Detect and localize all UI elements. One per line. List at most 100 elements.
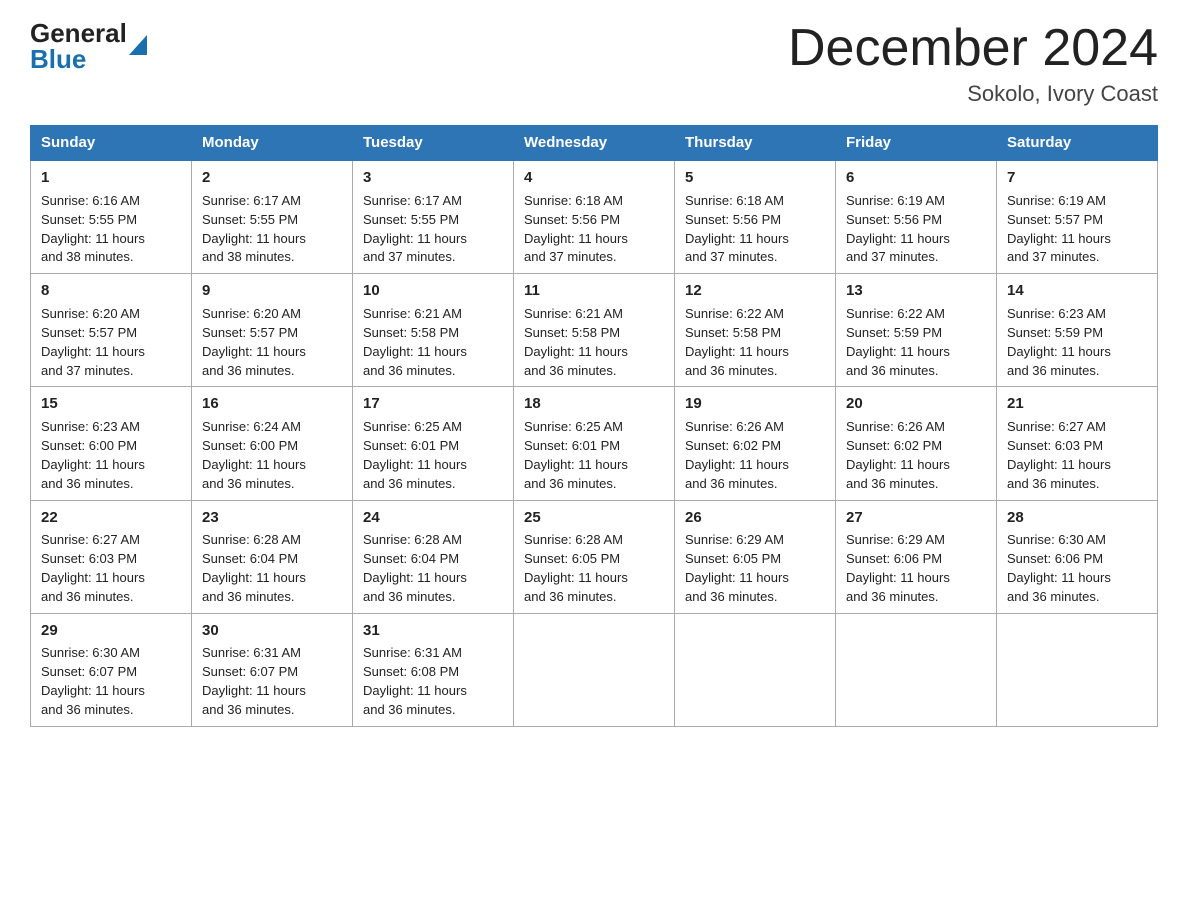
- day-number: 30: [202, 620, 342, 642]
- calendar-cell: 19 Sunrise: 6:26 AM Sunset: 6:02 PM Dayli…: [675, 387, 836, 500]
- page-header: General Blue December 2024 Sokolo, Ivory…: [30, 20, 1158, 107]
- day-number: 1: [41, 167, 181, 189]
- calendar-cell: 10 Sunrise: 6:21 AM Sunset: 5:58 PM Dayli…: [353, 274, 514, 387]
- calendar-cell: 9 Sunrise: 6:20 AM Sunset: 5:57 PM Daylig…: [192, 274, 353, 387]
- calendar-cell: 16 Sunrise: 6:24 AM Sunset: 6:00 PM Dayli…: [192, 387, 353, 500]
- day-number: 18: [524, 393, 664, 415]
- day-info: Sunrise: 6:29 AM Sunset: 6:06 PM Dayligh…: [846, 531, 986, 606]
- logo: General Blue: [30, 20, 147, 72]
- calendar-cell: 23Sunrise: 6:28 AM Sunset: 6:04 PM Dayli…: [192, 500, 353, 613]
- day-number: 26: [685, 507, 825, 529]
- calendar-cell: 27Sunrise: 6:29 AM Sunset: 6:06 PM Dayli…: [836, 500, 997, 613]
- calendar-cell: 1 Sunrise: 6:16 AM Sunset: 5:55 PM Daylig…: [31, 160, 192, 274]
- calendar-table: SundayMondayTuesdayWednesdayThursdayFrid…: [30, 125, 1158, 727]
- day-info: Sunrise: 6:21 AM Sunset: 5:58 PM Dayligh…: [524, 305, 664, 380]
- day-info: Sunrise: 6:28 AM Sunset: 6:04 PM Dayligh…: [363, 531, 503, 606]
- day-info: Sunrise: 6:25 AM Sunset: 6:01 PM Dayligh…: [363, 418, 503, 493]
- calendar-cell: 28Sunrise: 6:30 AM Sunset: 6:06 PM Dayli…: [997, 500, 1158, 613]
- day-number: 14: [1007, 280, 1147, 302]
- day-info: Sunrise: 6:31 AM Sunset: 6:07 PM Dayligh…: [202, 644, 342, 719]
- day-info: Sunrise: 6:29 AM Sunset: 6:05 PM Dayligh…: [685, 531, 825, 606]
- day-info: Sunrise: 6:26 AM Sunset: 6:02 PM Dayligh…: [846, 418, 986, 493]
- day-number: 3: [363, 167, 503, 189]
- calendar-cell: 15 Sunrise: 6:23 AM Sunset: 6:00 PM Dayli…: [31, 387, 192, 500]
- day-info: Sunrise: 6:20 AM Sunset: 5:57 PM Dayligh…: [202, 305, 342, 380]
- calendar-cell: 18 Sunrise: 6:25 AM Sunset: 6:01 PM Dayli…: [514, 387, 675, 500]
- day-number: 15: [41, 393, 181, 415]
- day-number: 28: [1007, 507, 1147, 529]
- day-number: 24: [363, 507, 503, 529]
- day-info: Sunrise: 6:30 AM Sunset: 6:07 PM Dayligh…: [41, 644, 181, 719]
- calendar-header: SundayMondayTuesdayWednesdayThursdayFrid…: [31, 126, 1158, 161]
- header-cell-saturday: Saturday: [997, 126, 1158, 161]
- logo-general-text: General: [30, 20, 127, 46]
- day-info: Sunrise: 6:21 AM Sunset: 5:58 PM Dayligh…: [363, 305, 503, 380]
- day-number: 5: [685, 167, 825, 189]
- day-info: Sunrise: 6:25 AM Sunset: 6:01 PM Dayligh…: [524, 418, 664, 493]
- day-number: 25: [524, 507, 664, 529]
- calendar-cell: 7 Sunrise: 6:19 AM Sunset: 5:57 PM Daylig…: [997, 160, 1158, 274]
- day-number: 4: [524, 167, 664, 189]
- day-number: 8: [41, 280, 181, 302]
- day-info: Sunrise: 6:22 AM Sunset: 5:59 PM Dayligh…: [846, 305, 986, 380]
- calendar-cell: 13 Sunrise: 6:22 AM Sunset: 5:59 PM Dayli…: [836, 274, 997, 387]
- day-number: 9: [202, 280, 342, 302]
- logo-arrow-icon: [129, 35, 147, 55]
- day-info: Sunrise: 6:23 AM Sunset: 6:00 PM Dayligh…: [41, 418, 181, 493]
- day-number: 13: [846, 280, 986, 302]
- header-row: SundayMondayTuesdayWednesdayThursdayFrid…: [31, 126, 1158, 161]
- week-row-3: 15 Sunrise: 6:23 AM Sunset: 6:00 PM Dayli…: [31, 387, 1158, 500]
- calendar-cell: 11Sunrise: 6:21 AM Sunset: 5:58 PM Dayli…: [514, 274, 675, 387]
- day-info: Sunrise: 6:27 AM Sunset: 6:03 PM Dayligh…: [41, 531, 181, 606]
- header-cell-friday: Friday: [836, 126, 997, 161]
- day-number: 10: [363, 280, 503, 302]
- day-number: 7: [1007, 167, 1147, 189]
- calendar-cell: [997, 613, 1158, 726]
- day-number: 31: [363, 620, 503, 642]
- day-number: 29: [41, 620, 181, 642]
- day-number: 16: [202, 393, 342, 415]
- day-info: Sunrise: 6:24 AM Sunset: 6:00 PM Dayligh…: [202, 418, 342, 493]
- calendar-cell: 30Sunrise: 6:31 AM Sunset: 6:07 PM Dayli…: [192, 613, 353, 726]
- week-row-1: 1 Sunrise: 6:16 AM Sunset: 5:55 PM Daylig…: [31, 160, 1158, 274]
- calendar-cell: 3 Sunrise: 6:17 AM Sunset: 5:55 PM Daylig…: [353, 160, 514, 274]
- calendar-cell: 25Sunrise: 6:28 AM Sunset: 6:05 PM Dayli…: [514, 500, 675, 613]
- day-info: Sunrise: 6:30 AM Sunset: 6:06 PM Dayligh…: [1007, 531, 1147, 606]
- day-info: Sunrise: 6:28 AM Sunset: 6:04 PM Dayligh…: [202, 531, 342, 606]
- day-number: 6: [846, 167, 986, 189]
- day-info: Sunrise: 6:16 AM Sunset: 5:55 PM Dayligh…: [41, 192, 181, 267]
- day-number: 19: [685, 393, 825, 415]
- calendar-body: 1 Sunrise: 6:16 AM Sunset: 5:55 PM Daylig…: [31, 160, 1158, 726]
- week-row-5: 29Sunrise: 6:30 AM Sunset: 6:07 PM Dayli…: [31, 613, 1158, 726]
- calendar-cell: 29Sunrise: 6:30 AM Sunset: 6:07 PM Dayli…: [31, 613, 192, 726]
- page-subtitle: Sokolo, Ivory Coast: [788, 81, 1158, 107]
- calendar-cell: [514, 613, 675, 726]
- day-info: Sunrise: 6:27 AM Sunset: 6:03 PM Dayligh…: [1007, 418, 1147, 493]
- day-number: 21: [1007, 393, 1147, 415]
- calendar-cell: 20Sunrise: 6:26 AM Sunset: 6:02 PM Dayli…: [836, 387, 997, 500]
- calendar-cell: 5 Sunrise: 6:18 AM Sunset: 5:56 PM Daylig…: [675, 160, 836, 274]
- header-cell-sunday: Sunday: [31, 126, 192, 161]
- day-number: 2: [202, 167, 342, 189]
- day-info: Sunrise: 6:17 AM Sunset: 5:55 PM Dayligh…: [202, 192, 342, 267]
- week-row-4: 22Sunrise: 6:27 AM Sunset: 6:03 PM Dayli…: [31, 500, 1158, 613]
- day-info: Sunrise: 6:26 AM Sunset: 6:02 PM Dayligh…: [685, 418, 825, 493]
- day-info: Sunrise: 6:28 AM Sunset: 6:05 PM Dayligh…: [524, 531, 664, 606]
- day-info: Sunrise: 6:19 AM Sunset: 5:57 PM Dayligh…: [1007, 192, 1147, 267]
- calendar-cell: 21 Sunrise: 6:27 AM Sunset: 6:03 PM Dayli…: [997, 387, 1158, 500]
- day-info: Sunrise: 6:18 AM Sunset: 5:56 PM Dayligh…: [685, 192, 825, 267]
- calendar-cell: 6 Sunrise: 6:19 AM Sunset: 5:56 PM Daylig…: [836, 160, 997, 274]
- day-info: Sunrise: 6:18 AM Sunset: 5:56 PM Dayligh…: [524, 192, 664, 267]
- calendar-cell: 26Sunrise: 6:29 AM Sunset: 6:05 PM Dayli…: [675, 500, 836, 613]
- calendar-cell: 4 Sunrise: 6:18 AM Sunset: 5:56 PM Daylig…: [514, 160, 675, 274]
- day-info: Sunrise: 6:31 AM Sunset: 6:08 PM Dayligh…: [363, 644, 503, 719]
- calendar-cell: [836, 613, 997, 726]
- header-cell-wednesday: Wednesday: [514, 126, 675, 161]
- day-info: Sunrise: 6:17 AM Sunset: 5:55 PM Dayligh…: [363, 192, 503, 267]
- day-number: 22: [41, 507, 181, 529]
- calendar-cell: 12Sunrise: 6:22 AM Sunset: 5:58 PM Dayli…: [675, 274, 836, 387]
- day-info: Sunrise: 6:19 AM Sunset: 5:56 PM Dayligh…: [846, 192, 986, 267]
- page-title: December 2024: [788, 20, 1158, 77]
- title-block: December 2024 Sokolo, Ivory Coast: [788, 20, 1158, 107]
- header-cell-monday: Monday: [192, 126, 353, 161]
